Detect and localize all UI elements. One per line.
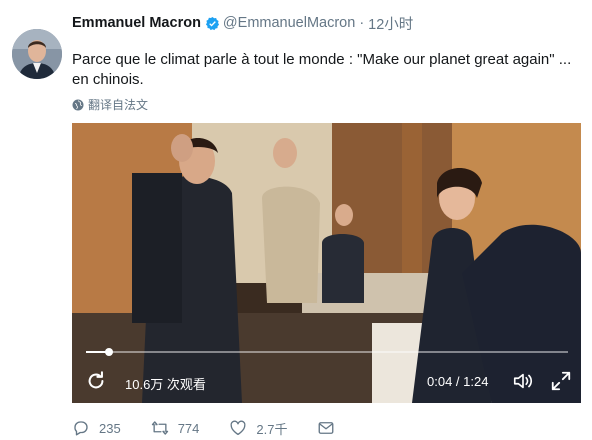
avatar[interactable] xyxy=(12,29,62,79)
fullscreen-icon[interactable] xyxy=(550,370,572,392)
like-icon xyxy=(230,420,246,436)
video-player[interactable]: 10.6万 次观看 0:04 / 1:24 xyxy=(72,123,581,403)
display-name[interactable]: Emmanuel Macron xyxy=(72,15,201,31)
header-separator: · xyxy=(359,15,365,31)
globe-icon xyxy=(72,99,84,110)
tweet-actions: 235 774 2.7千 xyxy=(72,417,374,439)
translate-link[interactable]: 翻译自法文 xyxy=(72,96,148,113)
direct-message-button[interactable] xyxy=(317,419,344,437)
reply-count: 235 xyxy=(99,420,121,436)
tweet-header: Emmanuel Macron @EmmanuelMacron · 12小时 xyxy=(72,12,413,34)
avatar-image xyxy=(12,29,62,79)
tweet-card: Emmanuel Macron @EmmanuelMacron · 12小时 P… xyxy=(0,0,592,440)
video-time: 0:04 / 1:24 xyxy=(427,374,489,389)
retweet-icon xyxy=(151,421,168,435)
retweet-button[interactable]: 774 xyxy=(151,419,200,437)
reply-button[interactable]: 235 xyxy=(72,419,121,437)
video-frame xyxy=(72,123,581,403)
view-count: 10.6万 次观看 xyxy=(125,377,206,392)
tweet-text: Parce que le climat parle à tout le mond… xyxy=(72,51,572,88)
like-count: 2.7千 xyxy=(256,421,288,437)
video-progress-bar[interactable] xyxy=(86,348,568,356)
verified-badge-icon xyxy=(205,16,219,30)
handle[interactable]: @EmmanuelMacron xyxy=(223,15,355,31)
message-icon xyxy=(319,422,334,434)
volume-icon[interactable] xyxy=(512,370,534,392)
timestamp[interactable]: 12小时 xyxy=(368,13,413,34)
replay-icon[interactable] xyxy=(85,370,107,392)
translate-label: 翻译自法文 xyxy=(88,98,149,112)
reply-icon xyxy=(74,421,88,436)
like-button[interactable]: 2.7千 xyxy=(229,419,287,438)
retweet-count: 774 xyxy=(177,420,200,436)
